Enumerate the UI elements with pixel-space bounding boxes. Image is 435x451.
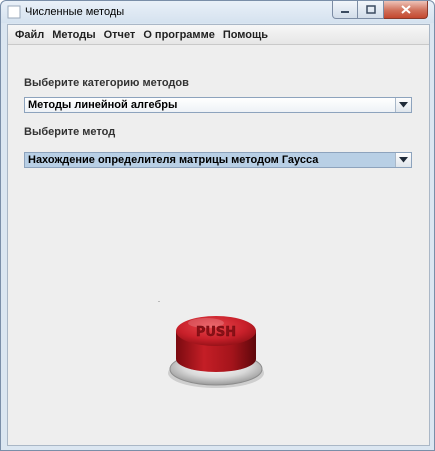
chevron-down-icon xyxy=(399,102,408,108)
close-icon xyxy=(400,5,411,14)
menu-about[interactable]: О программе xyxy=(139,25,219,45)
minimize-icon xyxy=(341,10,349,13)
maximize-icon xyxy=(365,5,376,14)
menu-report[interactable]: Отчет xyxy=(100,25,140,45)
app-icon xyxy=(7,5,21,19)
close-button[interactable] xyxy=(384,1,428,19)
window-controls xyxy=(332,1,428,19)
method-selected-value: Нахождение определителя матрицы методом … xyxy=(28,154,319,166)
window-title: Численные методы xyxy=(25,6,125,18)
chevron-down-icon xyxy=(399,157,408,163)
category-dropdown-button[interactable] xyxy=(395,98,411,112)
title-bar[interactable]: Численные методы xyxy=(1,1,434,23)
minimize-button[interactable] xyxy=(332,1,358,19)
menu-bar: Файл Методы Отчет О программе Помощь xyxy=(8,25,429,45)
push-button-label: PUSH xyxy=(196,325,236,340)
method-dropdown-button[interactable] xyxy=(395,153,411,167)
category-select[interactable]: Методы линейной алгебры xyxy=(24,97,412,113)
maximize-button[interactable] xyxy=(358,1,384,19)
method-label: Выберите метод xyxy=(24,126,116,138)
method-select[interactable]: Нахождение определителя матрицы методом … xyxy=(24,152,412,168)
menu-help[interactable]: Помощь xyxy=(219,25,272,45)
client-area: Файл Методы Отчет О программе Помощь Выб… xyxy=(7,24,430,446)
push-button[interactable]: PUSH xyxy=(164,307,268,389)
menu-file[interactable]: Файл xyxy=(11,25,48,45)
menu-methods[interactable]: Методы xyxy=(48,25,99,45)
app-window: Численные методы Файл Методы Отчет О про… xyxy=(0,0,435,451)
stray-pixel xyxy=(158,301,160,302)
category-label: Выберите категорию методов xyxy=(24,77,189,89)
category-selected-value: Методы линейной алгебры xyxy=(28,99,178,111)
